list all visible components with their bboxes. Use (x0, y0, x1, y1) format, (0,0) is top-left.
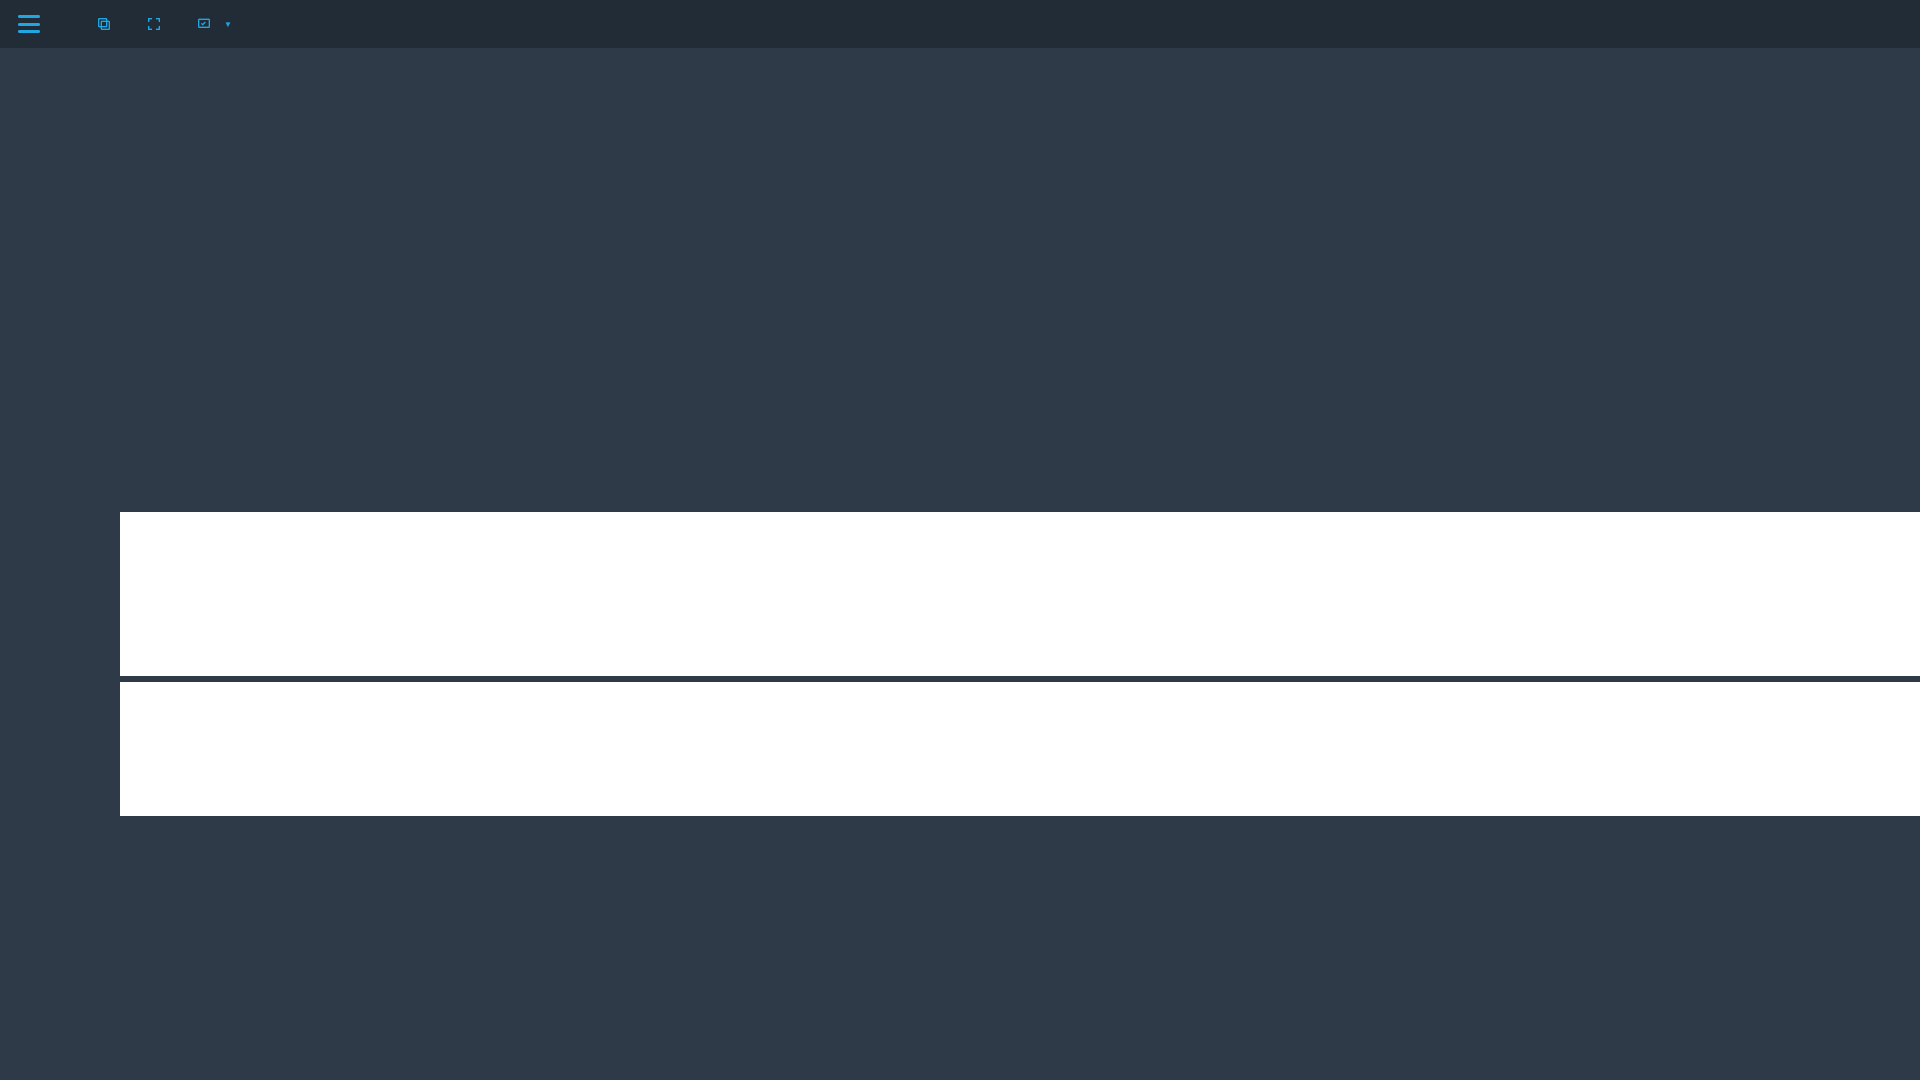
chevron-down-icon: ▼ (224, 20, 232, 29)
row-label-experience (0, 684, 120, 814)
copy-button[interactable] (96, 16, 118, 32)
stage-header-row (120, 48, 1920, 72)
row-label-images (0, 198, 120, 338)
fullscreen-icon (146, 16, 162, 32)
export-button[interactable]: ▼ (196, 16, 232, 32)
menu-icon[interactable] (18, 15, 40, 33)
fullscreen-button[interactable] (146, 16, 168, 32)
row-channels (120, 512, 1920, 676)
experience-chart (120, 682, 1460, 816)
export-icon (196, 16, 212, 32)
row-label-goals (0, 74, 120, 122)
row-label-expect (0, 344, 120, 400)
row-label-channels (0, 514, 120, 674)
journey-canvas (0, 48, 1920, 1080)
row-label-process (0, 406, 120, 508)
row-experience (120, 682, 1920, 816)
copy-icon (96, 16, 112, 32)
app-header: ▼ (0, 0, 1920, 48)
channels-diagram (120, 512, 1460, 676)
row-label-quotes (0, 130, 120, 188)
